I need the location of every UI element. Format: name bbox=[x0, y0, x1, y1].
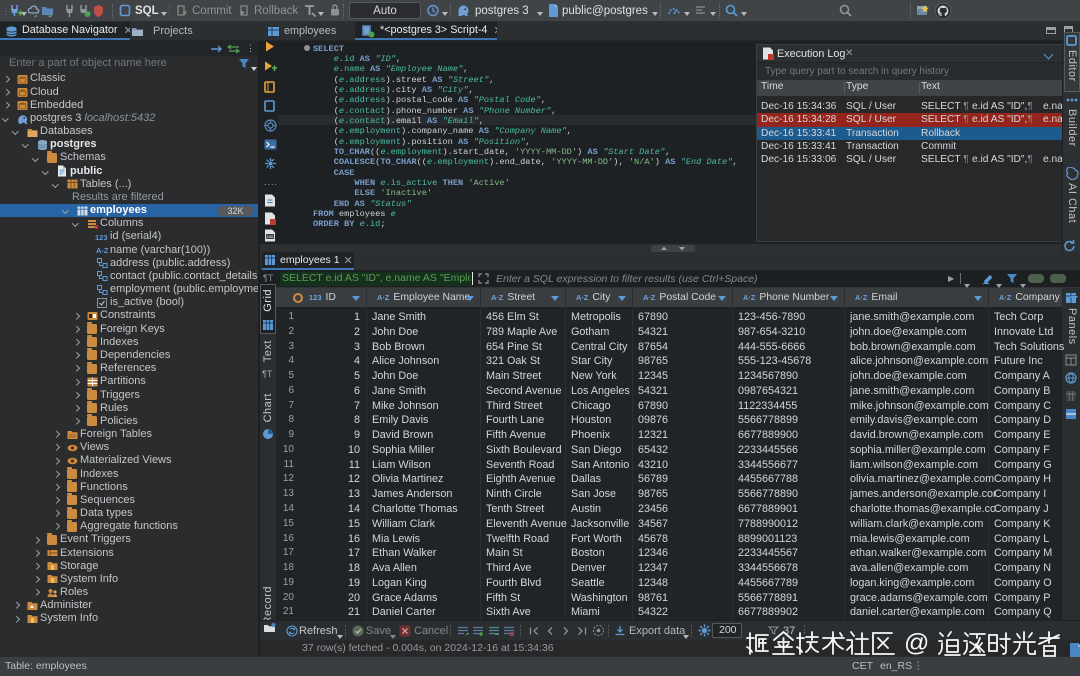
svg-text:100: 100 bbox=[267, 234, 274, 239]
